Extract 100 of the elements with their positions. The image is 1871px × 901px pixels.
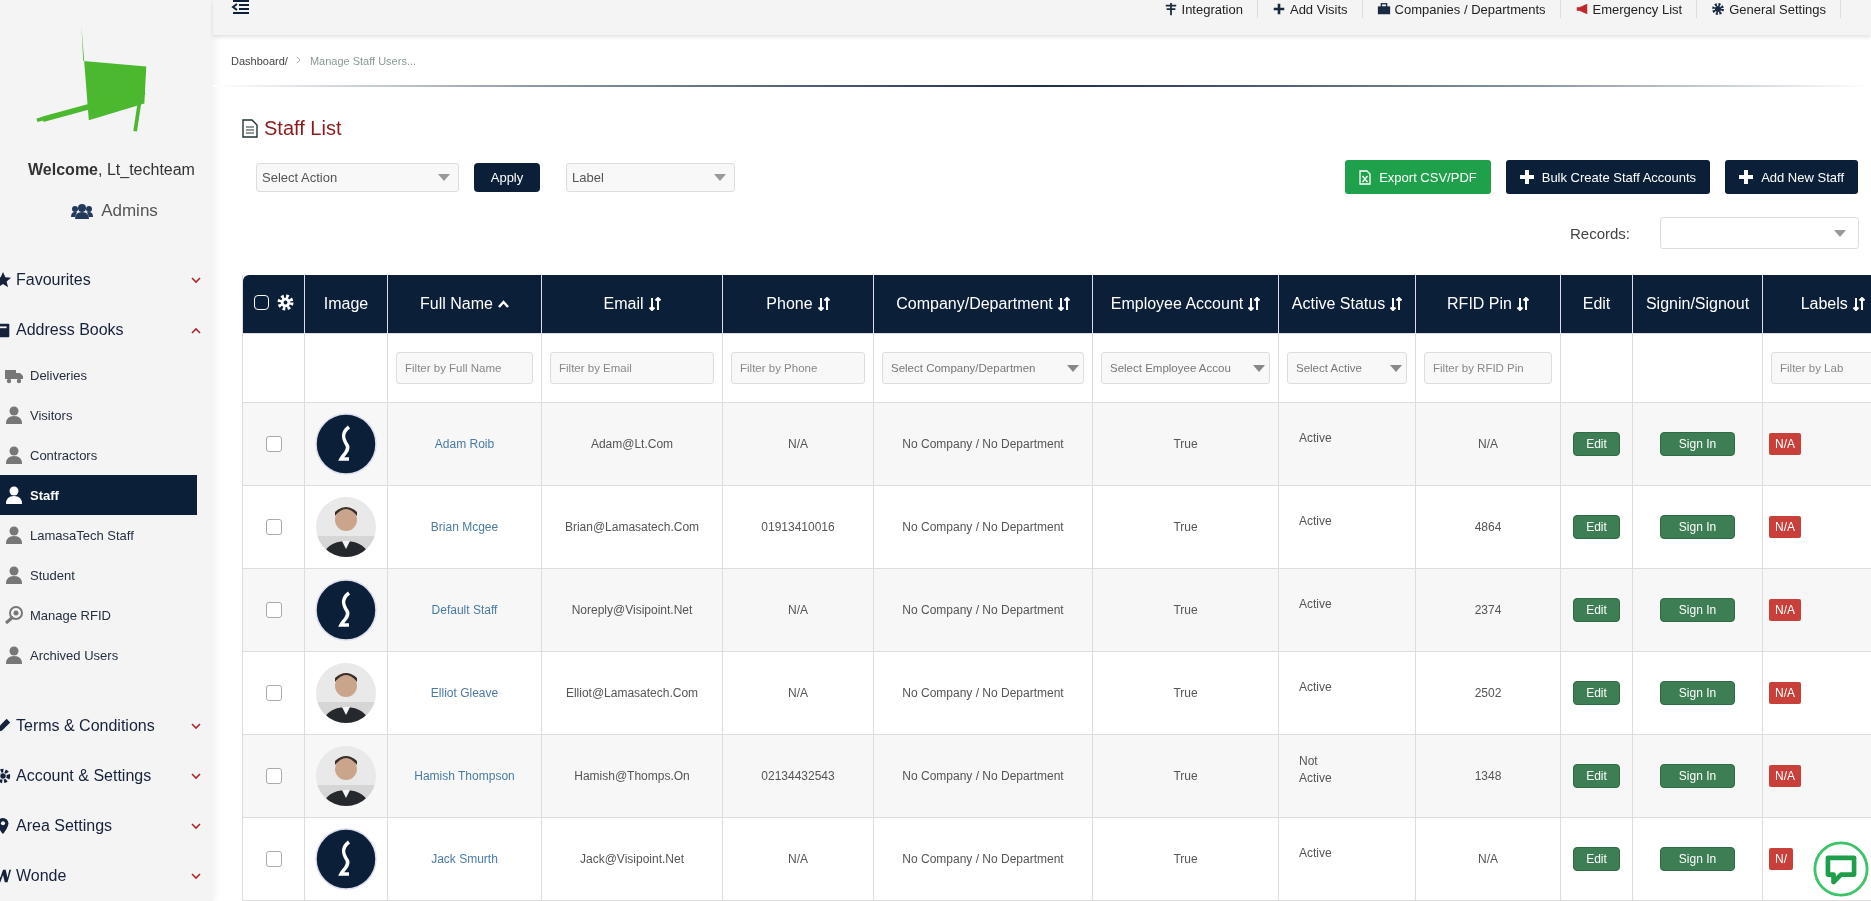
action-select[interactable]: Select Action — [256, 162, 459, 192]
edit-button[interactable]: Edit — [1573, 847, 1620, 871]
name-link[interactable]: Default Staff — [431, 603, 498, 617]
nav-link[interactable]: Add Visits — [1257, 0, 1363, 18]
table-cell: Noreply@Visipoint.Net — [571, 603, 693, 617]
sidebar-section[interactable]: Address Books — [0, 305, 213, 355]
name-link[interactable]: Hamish Thompson — [414, 769, 515, 783]
filter-field[interactable]: Filter by Full Name — [396, 352, 533, 384]
header-cell[interactable]: Phone — [722, 275, 874, 334]
sidebar-item[interactable]: Visitors — [0, 395, 197, 435]
sidebar-item[interactable]: LamasaTech Staff — [0, 515, 197, 555]
sort-icon[interactable] — [817, 297, 830, 311]
chevron-icon[interactable] — [191, 722, 201, 730]
header-cell[interactable]: Labels — [1762, 275, 1871, 334]
sidebar-item[interactable]: Contractors — [0, 435, 197, 475]
sort-icon[interactable] — [1248, 297, 1261, 311]
status-text: Active — [1299, 512, 1333, 530]
apply-button[interactable]: Apply — [474, 162, 540, 192]
sidebar-section[interactable]: Wonde — [0, 851, 213, 901]
nav-link[interactable]: Integration — [1149, 0, 1258, 18]
sign-in-button[interactable]: Sign In — [1659, 515, 1736, 539]
sort-icon[interactable] — [648, 297, 661, 311]
label-badge: N/ — [1769, 848, 1793, 870]
sort-icon[interactable] — [1852, 297, 1865, 311]
table-cell: No Company / No Department — [902, 686, 1064, 700]
settings-icon[interactable] — [276, 294, 294, 311]
header-cell[interactable]: RFID Pin — [1415, 275, 1561, 334]
edit-button[interactable]: Edit — [1573, 764, 1620, 788]
sidebar-section[interactable]: Favourites — [0, 255, 213, 305]
name-link[interactable]: Adam Roib — [434, 437, 495, 451]
label-badge: N/A — [1769, 682, 1801, 704]
nav-link[interactable]: General Settings — [1697, 0, 1841, 18]
chevron-icon[interactable] — [191, 822, 201, 830]
header-cell[interactable]: Employee Account — [1092, 275, 1279, 334]
sidebar-item[interactable]: Archived Users — [0, 635, 197, 675]
add-button[interactable]: Bulk Create Staff Accounts — [1505, 160, 1711, 194]
menu-icon[interactable] — [231, 0, 251, 16]
table-cell: Brian@Lamasatech.Com — [564, 520, 700, 534]
name-link[interactable]: Brian Mcgee — [430, 520, 499, 534]
select-all-checkbox[interactable] — [253, 295, 269, 310]
add-button[interactable]: Add New Staff — [1725, 160, 1858, 194]
row-checkbox[interactable] — [265, 768, 282, 784]
filter-field[interactable]: Filter by RFID Pin — [1424, 352, 1552, 384]
table-cell: N/A — [788, 852, 808, 866]
sidebar-section[interactable]: Terms & Conditions — [0, 701, 213, 751]
row-checkbox[interactable] — [265, 519, 282, 535]
sidebar-item[interactable]: Manage RFID — [0, 595, 197, 635]
chat-icon[interactable] — [1813, 841, 1869, 897]
sidebar-item[interactable]: Deliveries — [0, 355, 197, 395]
row-checkbox[interactable] — [265, 685, 282, 701]
nav-link[interactable]: Emergency List — [1560, 0, 1698, 18]
edit-button[interactable]: Edit — [1573, 432, 1620, 456]
person-icon — [4, 645, 24, 665]
sort-icon[interactable] — [1516, 297, 1529, 311]
row-checkbox[interactable] — [265, 602, 282, 618]
sort-icon[interactable] — [1057, 297, 1070, 311]
sort-icon[interactable] — [1390, 297, 1403, 311]
sidebar-item[interactable]: Staff — [0, 475, 197, 515]
label-select[interactable]: Label — [566, 162, 735, 192]
table-cell: True — [1173, 520, 1198, 534]
header-cell[interactable]: Email — [541, 275, 723, 334]
name-link[interactable]: Jack Smurth — [431, 852, 498, 866]
header-cell[interactable]: Active Status — [1278, 275, 1416, 334]
sort-ascending-icon[interactable] — [497, 300, 509, 308]
sign-in-button[interactable]: Sign In — [1659, 432, 1736, 456]
header-cell[interactable]: Full Name — [387, 275, 542, 334]
breadcrumb-link[interactable]: Dashboard/ — [231, 55, 288, 80]
name-link[interactable]: Elliot Gleave — [430, 686, 499, 700]
row-checkbox[interactable] — [265, 436, 282, 452]
filter-field[interactable]: Filter by Email — [550, 352, 714, 384]
person-icon — [4, 405, 24, 425]
caret-icon — [1390, 364, 1402, 372]
table-cell: N/A — [788, 686, 808, 700]
row-checkbox[interactable] — [265, 851, 282, 867]
chevron-icon[interactable] — [191, 276, 201, 284]
filter-select[interactable]: Select Employee Accou — [1101, 352, 1270, 384]
sign-in-button[interactable]: Sign In — [1659, 764, 1736, 788]
filter-select[interactable]: Select Company/Departmen — [882, 352, 1084, 384]
status-text: Active — [1299, 678, 1333, 696]
filter-field[interactable]: Filter by Lab — [1771, 352, 1871, 384]
chevron-icon[interactable] — [191, 326, 201, 334]
edit-button[interactable]: Edit — [1573, 598, 1620, 622]
sidebar-item[interactable]: Student — [0, 555, 197, 595]
chevron-icon[interactable] — [191, 772, 201, 780]
filter-field[interactable]: Filter by Phone — [731, 352, 865, 384]
edit-button[interactable]: Edit — [1573, 515, 1620, 539]
chevron-icon[interactable] — [191, 872, 201, 880]
sign-in-button[interactable]: Sign In — [1659, 847, 1736, 871]
column-label: Active Status — [1291, 295, 1386, 313]
sidebar-section[interactable]: Area Settings — [0, 801, 213, 851]
nav-link[interactable]: Companies / Departments — [1362, 0, 1561, 18]
sign-in-button[interactable]: Sign In — [1659, 681, 1736, 705]
plus-icon — [1519, 170, 1534, 184]
role-label[interactable]: Admins — [101, 201, 158, 221]
sign-in-button[interactable]: Sign In — [1659, 598, 1736, 622]
edit-button[interactable]: Edit — [1573, 681, 1620, 705]
header-cell[interactable]: Company/Department — [873, 275, 1093, 334]
sidebar-section[interactable]: Account & Settings — [0, 751, 213, 801]
filter-select[interactable]: Select Active — [1287, 352, 1407, 384]
table-cell: N/A — [788, 603, 808, 617]
